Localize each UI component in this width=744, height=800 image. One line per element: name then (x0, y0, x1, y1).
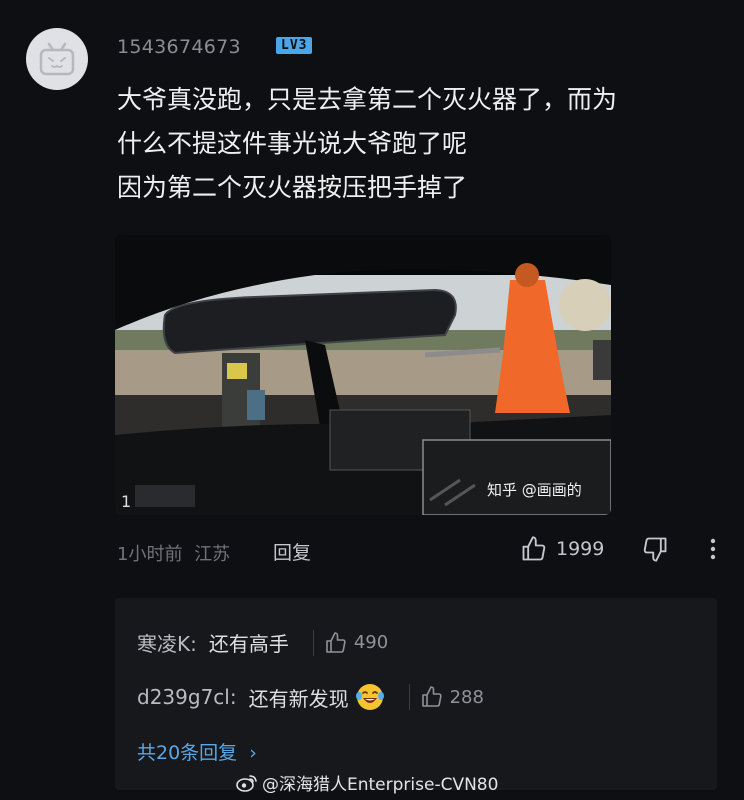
dislike-button[interactable] (641, 535, 669, 563)
level-badge: LV3 (276, 37, 313, 54)
comment-line: 大爷真没跑，只是去拿第二个灭火器了，而为 (117, 85, 618, 114)
like-button[interactable]: 1999 (520, 535, 604, 563)
watermark-text: @深海猎人Enterprise-CVN80 (262, 775, 499, 795)
comment-time: 1小时前 (117, 544, 183, 565)
laughing-tears-emoji-icon (355, 684, 384, 710)
replies-panel: 寒凌K: 还有高手 490 d239g7cl: 还有新发现 288 共20条回复… (115, 598, 717, 790)
reply-like-count: 490 (353, 632, 389, 653)
reply-text: 还有高手 (208, 632, 289, 656)
reply-item: 寒凌K: 还有高手 490 (137, 628, 388, 657)
weibo-watermark: @深海猎人Enterprise-CVN80 (236, 770, 498, 795)
reply-like-button[interactable]: 288 (420, 685, 484, 709)
media-counter: 1 (121, 492, 132, 511)
chevron-right-icon: › (249, 742, 257, 764)
reply-username[interactable]: 寒凌K: (137, 628, 197, 657)
thumbs-up-icon (522, 536, 546, 561)
more-vertical-icon (710, 538, 716, 560)
comment-image[interactable]: 1 知乎 @画画的 (115, 235, 611, 515)
see-all-replies-link[interactable]: 共20条回复 › (137, 738, 257, 765)
thumbs-down-icon (643, 537, 667, 562)
dashcam-scene (115, 235, 611, 515)
reply-item: d239g7cl: 还有新发现 288 (137, 682, 484, 712)
thumbs-up-icon (421, 686, 442, 707)
see-all-replies-label: 共20条回复 (137, 742, 238, 764)
comment-meta: 1小时前 江苏 (117, 540, 230, 566)
reply-like-count: 288 (449, 686, 484, 708)
comment-location: 江苏 (194, 544, 231, 565)
media-watermark: 知乎 @画画的 (487, 481, 582, 499)
bilibili-tv-icon (39, 42, 75, 76)
comment-username[interactable]: 1543674673 (117, 36, 241, 58)
reply-username[interactable]: d239g7cl: (137, 685, 237, 709)
weibo-icon (236, 774, 257, 792)
like-count: 1999 (556, 538, 605, 560)
reply-like-button[interactable]: 490 (324, 631, 388, 655)
thumbs-up-icon (326, 631, 346, 653)
divider (312, 629, 314, 656)
comment-body: 大爷真没跑，只是去拿第二个灭火器了，而为 什么不提这件事光说大爷跑了呢 因为第二… (117, 78, 727, 210)
reply-button[interactable]: 回复 (273, 538, 311, 565)
reply-text: 还有新发现 (248, 686, 349, 711)
divider (408, 684, 410, 710)
more-options-button[interactable] (703, 535, 723, 563)
comment-line: 什么不提这件事光说大爷跑了呢 (117, 129, 468, 158)
avatar[interactable] (26, 28, 88, 90)
comment-line: 因为第二个灭火器按压把手掉了 (117, 173, 468, 202)
